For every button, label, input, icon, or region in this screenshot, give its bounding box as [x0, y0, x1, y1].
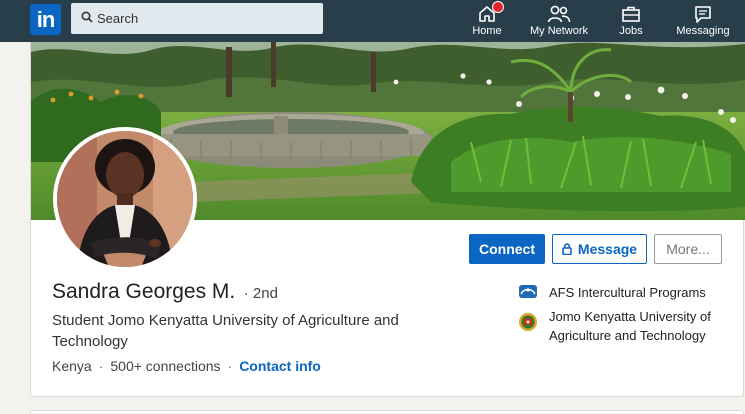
- university-crest-icon: [519, 313, 537, 331]
- afs-logo-icon: [519, 285, 537, 298]
- org-name-jkuat: Jomo Kenyatta University of Agriculture …: [549, 309, 711, 343]
- org-name-afs: AFS Intercultural Programs: [549, 285, 706, 300]
- network-icon: [547, 5, 571, 23]
- profile-location: Kenya: [52, 358, 92, 374]
- profile-name-row: Sandra Georges M. · 2nd: [52, 280, 278, 304]
- message-button[interactable]: Message: [552, 234, 647, 264]
- nav-home[interactable]: Home: [470, 1, 504, 40]
- nav-label-my-network: My Network: [529, 25, 589, 37]
- nav-label-jobs: Jobs: [619, 25, 643, 37]
- message-button-label: Message: [577, 241, 638, 257]
- messaging-icon: [695, 6, 711, 23]
- linkedin-logo[interactable]: in: [30, 4, 61, 35]
- connections-count[interactable]: 500+ connections: [110, 358, 220, 374]
- nav-label-messaging: Messaging: [676, 25, 730, 37]
- connection-degree: · 2nd: [243, 285, 278, 302]
- contact-info-link[interactable]: Contact info: [239, 358, 321, 374]
- nav-my-network[interactable]: My Network: [526, 2, 592, 40]
- profile-headline: Student Jomo Kenyatta University of Agri…: [52, 312, 399, 350]
- search-icon: [81, 11, 93, 23]
- top-navigation-bar: in Home My Network: [0, 0, 745, 42]
- lock-icon: [562, 243, 572, 255]
- nav-jobs[interactable]: Jobs: [614, 2, 648, 40]
- search-box[interactable]: [71, 3, 323, 34]
- notification-badge: [492, 1, 504, 13]
- separator-dot: ·: [98, 358, 104, 374]
- search-input[interactable]: [97, 3, 317, 34]
- avatar[interactable]: [53, 127, 197, 271]
- separator-dot: ·: [227, 358, 233, 374]
- profile-meta: Kenya · 500+ connections · Contact info: [52, 358, 321, 374]
- briefcase-icon: [622, 6, 640, 22]
- profile-name: Sandra Georges M.: [52, 280, 236, 303]
- nav-label-home: Home: [472, 25, 502, 37]
- profile-card: Connect Message More... Sandra Georges M…: [30, 42, 745, 397]
- connect-button[interactable]: Connect: [469, 234, 545, 264]
- next-section-card: [30, 410, 744, 414]
- more-button[interactable]: More...: [654, 234, 722, 264]
- nav-messaging[interactable]: Messaging: [673, 2, 733, 40]
